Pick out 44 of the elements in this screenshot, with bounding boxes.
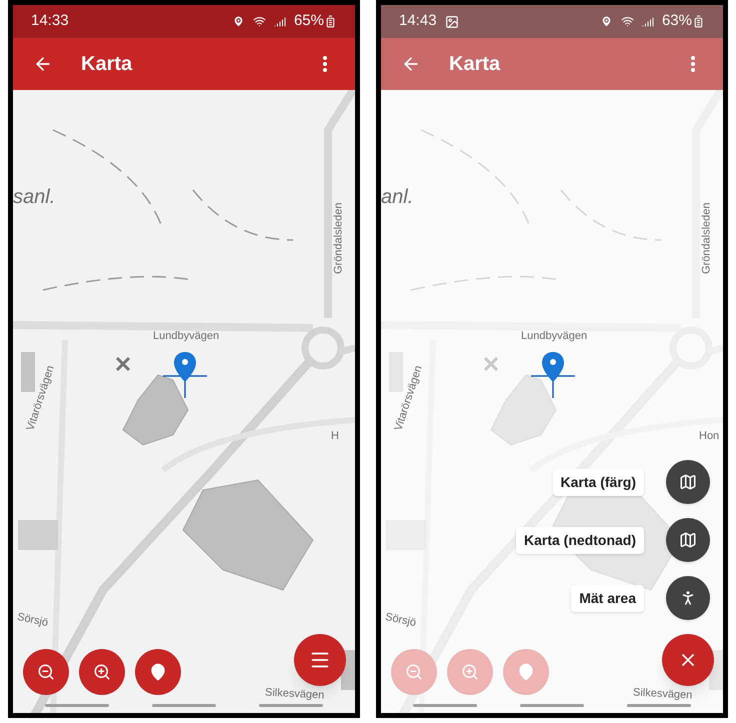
- location-pin-icon: [517, 663, 535, 681]
- nav-gesture-bar: [412, 704, 477, 707]
- fab-menu-label[interactable]: Karta (färg): [552, 468, 644, 496]
- nav-gesture-bar: [152, 704, 216, 707]
- map-label: Silkesvägen: [264, 685, 325, 704]
- map-label: Hon: [699, 429, 720, 444]
- zoom-out-icon: [405, 663, 423, 681]
- fab-menu-label[interactable]: Mät area: [571, 584, 644, 612]
- zoom-in-icon: [93, 663, 111, 681]
- location-icon: [232, 15, 245, 28]
- nav-gesture-bar: [44, 704, 109, 707]
- more-options-icon: [323, 56, 327, 72]
- status-time: 14:43: [399, 11, 437, 32]
- map-label: anl.: [381, 185, 414, 210]
- map-label: Lundbyvägen: [521, 329, 588, 344]
- map-pin-icon: [542, 352, 564, 382]
- battery-level: 63%: [662, 11, 692, 32]
- image-icon: [444, 14, 459, 28]
- nav-gesture-bar: [259, 704, 324, 707]
- battery-icon: [692, 15, 705, 28]
- map-icon: [679, 531, 697, 549]
- status-time: 14:33: [31, 11, 69, 32]
- battery-icon: [324, 15, 337, 28]
- map-label: Silkesvägen: [632, 685, 693, 704]
- map-pin-icon: [174, 352, 196, 382]
- fab-menu-label[interactable]: Karta (nedtonad): [516, 526, 644, 554]
- map-label: Sörsjö: [16, 610, 50, 632]
- map-label: sanl.: [13, 185, 56, 210]
- battery-level: 65%: [294, 11, 324, 32]
- map-label: Lundbyvägen: [153, 329, 220, 344]
- map-label: Gröndalsleden: [332, 202, 346, 274]
- more-options-icon: [691, 56, 695, 72]
- app-bar-title: Karta: [449, 52, 502, 77]
- location-icon: [600, 15, 613, 28]
- zoom-out-icon: [37, 663, 55, 681]
- app-bar-title: Karta: [81, 52, 134, 77]
- map-label: H: [331, 429, 339, 444]
- map-label: Sörsjö: [384, 610, 418, 632]
- map-icon: [679, 473, 697, 491]
- nav-gesture-bar: [627, 704, 692, 707]
- map-label: Gröndalsleden: [700, 202, 714, 274]
- zoom-in-icon: [461, 663, 479, 681]
- location-pin-icon: [149, 663, 167, 681]
- nav-gesture-bar: [520, 704, 584, 707]
